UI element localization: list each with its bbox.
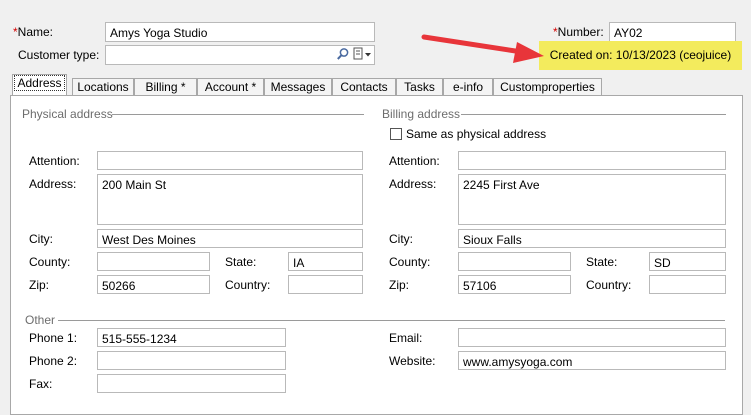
created-on-note: Created on: 10/13/2023 (ceojuice) (539, 41, 742, 70)
billing-state-input[interactable]: SD (649, 252, 726, 271)
phone1-input[interactable]: 515-555-1234 (97, 328, 286, 347)
phone2-input[interactable] (97, 351, 286, 370)
tab-messages[interactable]: Messages (264, 78, 332, 95)
physical-county-label: County: (29, 255, 71, 269)
section-divider (112, 114, 364, 115)
name-input[interactable]: Amys Yoga Studio (105, 22, 375, 42)
tab-billing[interactable]: Billing * (134, 78, 197, 95)
customer-type-input[interactable] (105, 45, 375, 65)
number-label: *Number: (553, 25, 604, 39)
other-title: Other (25, 313, 56, 327)
physical-county-input[interactable] (97, 252, 210, 271)
tab-account[interactable]: Account * (197, 78, 264, 95)
search-icon[interactable] (336, 47, 350, 61)
physical-city-input[interactable]: West Des Moines (97, 229, 363, 248)
number-input[interactable]: AY02 (609, 22, 736, 42)
fax-label: Fax: (29, 377, 53, 391)
billing-address-label: Address: (389, 177, 437, 191)
phone1-label: Phone 1: (29, 331, 78, 345)
billing-country-input[interactable] (649, 275, 726, 294)
tab-locations[interactable]: Locations (72, 78, 134, 95)
physical-zip-input[interactable]: 50266 (97, 275, 210, 294)
billing-state-label: State: (586, 255, 618, 269)
billing-attention-input[interactable] (458, 151, 726, 170)
billing-city-input[interactable]: Sioux Falls (458, 229, 726, 248)
dropdown-icon[interactable] (353, 47, 373, 61)
physical-address-label: Address: (29, 177, 77, 191)
section-divider (58, 320, 725, 321)
phone2-label: Phone 2: (29, 354, 78, 368)
physical-address-input[interactable]: 200 Main St (97, 174, 363, 225)
website-label: Website: (389, 354, 436, 368)
tab-contacts[interactable]: Contacts (332, 78, 396, 95)
red-arrow-annotation (421, 34, 544, 63)
section-divider (461, 114, 726, 115)
physical-address-title: Physical address (22, 107, 113, 121)
tab-einfo[interactable]: e-info (443, 78, 493, 95)
billing-zip-input[interactable]: 57106 (458, 275, 571, 294)
email-input[interactable] (458, 328, 726, 347)
billing-county-label: County: (389, 255, 431, 269)
billing-zip-label: Zip: (389, 278, 410, 292)
billing-county-input[interactable] (458, 252, 571, 271)
email-label: Email: (389, 331, 423, 345)
website-input[interactable]: www.amysyoga.com (458, 351, 726, 370)
billing-address-input[interactable]: 2245 First Ave (458, 174, 726, 225)
physical-country-input[interactable] (288, 275, 363, 294)
physical-state-label: State: (225, 255, 257, 269)
name-label: *Name: (13, 25, 54, 39)
tab-address[interactable]: Address (12, 74, 67, 97)
billing-attention-label: Attention: (389, 154, 440, 168)
physical-attention-input[interactable] (97, 151, 363, 170)
tab-customproperties[interactable]: Customproperties (493, 78, 602, 95)
billing-country-label: Country: (586, 278, 632, 292)
physical-zip-label: Zip: (29, 278, 50, 292)
customer-type-label: Customer type: (18, 48, 100, 62)
physical-attention-label: Attention: (29, 154, 80, 168)
physical-city-label: City: (29, 232, 53, 246)
tab-tasks[interactable]: Tasks (396, 78, 443, 95)
billing-address-title: Billing address (382, 107, 461, 121)
physical-state-input[interactable]: IA (288, 252, 363, 271)
same-as-physical-checkbox[interactable] (390, 128, 402, 140)
billing-city-label: City: (389, 232, 413, 246)
physical-country-label: Country: (225, 278, 271, 292)
same-as-physical-label: Same as physical address (406, 127, 547, 141)
fax-input[interactable] (97, 374, 286, 393)
